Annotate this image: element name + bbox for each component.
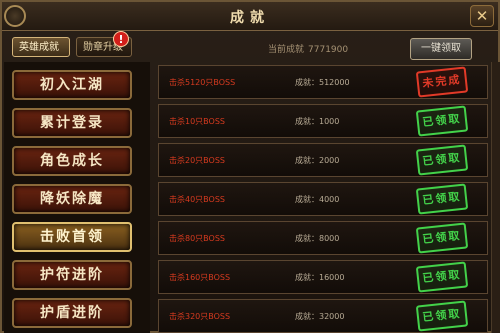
achievement-name: 击杀80只BOSS	[169, 234, 225, 243]
achievement-row: 击杀10只BOSS 成就：1000 已领取	[158, 104, 488, 138]
claimed-stamp: 已领取	[415, 222, 469, 254]
achievement-points-value: 4000	[319, 195, 340, 204]
sidebar-item-1[interactable]: 累计登录	[12, 108, 132, 138]
sidebar-item-6[interactable]: 护盾进阶	[12, 298, 132, 328]
achievement-name: 击杀40只BOSS	[169, 195, 225, 204]
claimed-stamp: 已领取	[415, 144, 469, 176]
achievement-points: 成就：2000	[295, 155, 339, 166]
achievement-points-label: 成就	[295, 117, 311, 126]
points-separator: ：	[311, 156, 319, 165]
achievement-name: 击杀20只BOSS	[169, 156, 225, 165]
achievement-points: 成就：512000	[295, 77, 350, 88]
achievement-points-label: 成就	[295, 156, 311, 165]
achievement-list: 击杀5120只BOSS 成就：512000 未完成 击杀10只BOSS 成就：1000 已…	[152, 62, 500, 333]
title-bar: 成就 ✕	[2, 2, 498, 31]
incomplete-stamp: 未完成	[415, 66, 469, 98]
category-sidebar: 初入江湖累计登录角色成长降妖除魔击败首领护符进阶护盾进阶	[4, 62, 150, 333]
sidebar-item-3[interactable]: 降妖除魔	[12, 184, 132, 214]
achievement-row: 击杀320只BOSS 成就：32000 已领取	[158, 299, 488, 333]
points-separator: ：	[311, 78, 319, 87]
achievement-row: 击杀5120只BOSS 成就：512000 未完成	[158, 65, 488, 99]
achievement-points-label: 成就	[295, 78, 311, 87]
current-points: 当前成就 7771900	[264, 42, 348, 55]
achievement-points-label: 成就	[295, 234, 311, 243]
claimed-stamp: 已领取	[415, 261, 469, 293]
points-separator: ：	[311, 234, 319, 243]
claimed-stamp: 已领取	[415, 105, 469, 137]
achievement-name: 击杀160只BOSS	[169, 273, 231, 282]
sidebar-item-2[interactable]: 角色成长	[12, 146, 132, 176]
achievement-points: 成就：8000	[295, 233, 339, 244]
claimed-stamp: 已领取	[415, 300, 469, 332]
tab-bar: 英雄成就 勋章升级 ! 当前成就 7771900 一键领取	[2, 31, 498, 61]
points-separator: ：	[311, 273, 319, 282]
achievement-points: 成就：4000	[295, 194, 339, 205]
achievement-name: 击杀5120只BOSS	[169, 78, 236, 87]
achievement-points-value: 1000	[319, 117, 340, 126]
achievement-points-value: 32000	[319, 312, 345, 321]
achievement-row: 击杀160只BOSS 成就：16000 已领取	[158, 260, 488, 294]
current-points-label: 当前成就	[268, 45, 305, 55]
current-points-value: 7771900	[308, 45, 349, 55]
achievement-points-label: 成就	[295, 273, 311, 282]
achievement-row: 击杀20只BOSS 成就：2000 已领取	[158, 143, 488, 177]
window-title: 成就	[230, 10, 270, 26]
sidebar-item-4[interactable]: 击败首领	[12, 222, 132, 252]
points-separator: ：	[311, 312, 319, 321]
achievement-points: 成就：1000	[295, 116, 339, 127]
tab-hero-achievements[interactable]: 英雄成就	[12, 37, 70, 57]
points-separator: ：	[311, 117, 319, 126]
achievement-points-value: 2000	[319, 156, 340, 165]
points-separator: ：	[311, 195, 319, 204]
scrollbar[interactable]	[491, 62, 500, 333]
achievement-points: 成就：16000	[295, 272, 344, 283]
achievement-points-value: 8000	[319, 234, 340, 243]
achievement-points-label: 成就	[295, 195, 311, 204]
achievement-name: 击杀10只BOSS	[169, 117, 225, 126]
achievement-points-value: 512000	[319, 78, 350, 87]
notification-badge: !	[113, 31, 129, 47]
achievement-name: 击杀320只BOSS	[169, 312, 231, 321]
sidebar-item-0[interactable]: 初入江湖	[12, 70, 132, 100]
achievement-points-label: 成就	[295, 312, 311, 321]
achievement-points-value: 16000	[319, 273, 345, 282]
close-button[interactable]: ✕	[470, 5, 494, 27]
achievement-row: 击杀40只BOSS 成就：4000 已领取	[158, 182, 488, 216]
achievement-row: 击杀80只BOSS 成就：8000 已领取	[158, 221, 488, 255]
achievement-window: 成就 ✕ 英雄成就 勋章升级 ! 当前成就 7771900 一键领取 初入江湖累计…	[0, 0, 500, 333]
sidebar-item-5[interactable]: 护符进阶	[12, 260, 132, 290]
claim-all-button[interactable]: 一键领取	[410, 38, 472, 60]
claimed-stamp: 已领取	[415, 183, 469, 215]
achievement-points: 成就：32000	[295, 311, 344, 322]
